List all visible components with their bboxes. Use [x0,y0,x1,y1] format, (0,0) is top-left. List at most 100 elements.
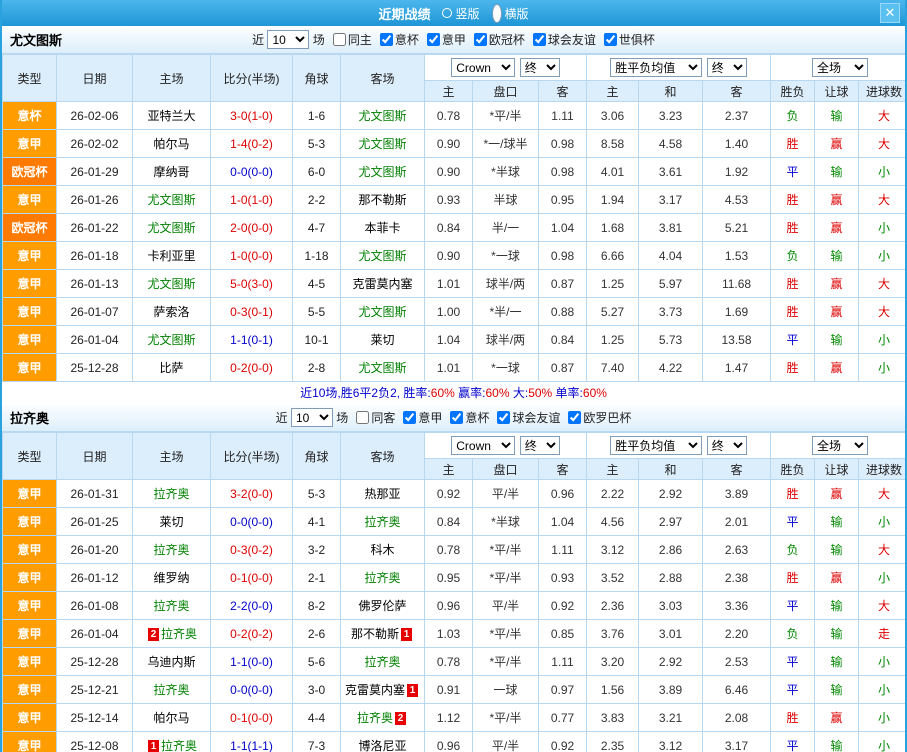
home-team: 维罗纳 [132,563,211,592]
filter-checkbox[interactable] [332,33,346,46]
vertical-layout-radio[interactable] [442,8,453,18]
home-team: 拉齐奥 [132,591,211,620]
league-badge: 意甲 [2,731,57,752]
asia-odds-company-select[interactable]: Crown [451,436,516,455]
asia-away-odds: 0.87 [538,353,587,382]
filter-世俱杯[interactable]: 世俱杯 [603,33,655,47]
asia-handicap: 平/半 [472,591,539,620]
asia-handicap: *平/半 [472,703,539,732]
asia-away-odds: 0.87 [538,269,587,298]
asia-handicap: 一球 [472,675,539,704]
league-badge: 欧冠杯 [2,157,57,186]
filter-同客[interactable]: 同客 [356,411,395,425]
filter-checkbox[interactable] [603,33,617,46]
result-handicap: 输 [814,507,860,536]
result-scope-select[interactable]: 全场 [812,58,869,77]
result-goals: 大 [858,535,905,564]
result-goals: 小 [858,353,905,382]
euro-odds-type-select[interactable]: 胜平负均值 [610,436,703,455]
home-team-label: 摩纳哥 [153,165,190,179]
corner-score: 5-5 [292,297,341,326]
match-row: 意甲 25-12-21 拉齐奥 0-0(0-0) 3-0 克雷莫内塞 1 0.91 一球 0.97… [2,675,905,704]
filter-同主[interactable]: 同主 [332,33,372,47]
filter-欧冠杯[interactable]: 欧冠杯 [473,33,525,47]
corner-score: 5-3 [292,479,341,508]
vertical-layout-label[interactable]: 竖版 [455,5,479,22]
matches-tbody: 意杯 26-02-06 亚特兰大 3-0(1-0) 1-6 尤文图斯 0.78 *平/半 1.1… [2,101,905,382]
filter-checkbox[interactable] [532,33,546,46]
match-row: 意甲 25-12-14 帕尔马 0-1(0-0) 4-4 拉齐奥 2 1.12 *平/半 0.77… [2,703,905,732]
asia-away-odds: 0.98 [538,157,587,186]
asia-away-odds: 1.11 [538,647,587,676]
filter-意甲[interactable]: 意甲 [403,411,442,425]
close-button[interactable]: ✕ [880,3,900,23]
league-badge: 意甲 [2,297,57,326]
league-badge: 意甲 [2,185,57,214]
result-goals: 小 [858,213,905,242]
euro-draw-odds: 2.97 [638,507,703,536]
asia-home-odds: 0.84 [424,507,473,536]
euro-draw-odds: 3.81 [638,213,703,242]
euro-home-odds: 1.25 [586,325,639,354]
filter-checkbox[interactable] [356,411,370,424]
away-team-label: 那不勒斯 [350,627,399,641]
match-count-select[interactable]: 10 [290,408,333,427]
result-wdl: 平 [770,157,816,186]
euro-away-odds: 2.08 [701,703,772,732]
result-goals: 大 [858,129,905,158]
asia-handicap: 球半/两 [472,325,539,354]
filter-欧罗巴杯[interactable]: 欧罗巴杯 [568,411,631,425]
horizontal-layout-radio[interactable] [491,3,502,23]
match-date: 25-12-08 [56,731,133,752]
col-result-goals: 进球数 [858,80,905,102]
filter-checkbox[interactable] [403,411,417,424]
result-goals: 大 [858,185,905,214]
euro-odds-type-select[interactable]: 胜平负均值 [610,58,703,77]
euro-home-odds: 3.83 [586,703,639,732]
euro-odds-stage-select[interactable]: 终 [706,436,747,455]
filter-checkbox[interactable] [473,33,487,46]
corner-score: 5-6 [292,647,341,676]
result-handicap: 输 [814,101,860,130]
home-team: 尤文图斯 [132,213,211,242]
filter-checkbox[interactable] [426,33,440,46]
col-euro-home: 主 [586,80,639,102]
away-team: 佛罗伦萨 [340,591,425,620]
euro-home-odds: 2.35 [586,731,639,752]
away-team-label: 佛罗伦萨 [358,599,407,613]
filter-球会友谊[interactable]: 球会友谊 [497,411,560,425]
summary-segment: 单率: [552,386,583,400]
filter-checkbox[interactable] [568,411,582,424]
asia-odds-company-select[interactable]: Crown [451,58,516,77]
match-count-select[interactable]: 10 [267,30,310,49]
horizontal-layout-label[interactable]: 横版 [505,5,529,22]
asia-home-odds: 1.00 [424,297,473,326]
match-row: 意甲 26-01-04 尤文图斯 1-1(0-1) 10-1 莱切 1.04 球半/两 0.84… [2,325,905,354]
euro-odds-stage-select[interactable]: 终 [706,58,747,77]
filter-意杯[interactable]: 意杯 [379,33,419,47]
filter-意甲[interactable]: 意甲 [426,33,466,47]
filter-意杯[interactable]: 意杯 [450,411,489,425]
result-scope-select[interactable]: 全场 [812,436,869,455]
asia-away-odds: 1.11 [538,101,587,130]
asia-handicap: *平/半 [472,535,539,564]
asia-odds-stage-select[interactable]: 终 [519,58,560,77]
filter-checkbox[interactable] [497,411,511,424]
home-team-label: 拉齐奥 [153,487,190,501]
asia-away-odds: 1.11 [538,535,587,564]
result-wdl: 胜 [770,479,816,508]
asia-odds-stage-select[interactable]: 终 [519,436,560,455]
recent-results-popup: 近期战绩 竖版 横版 ✕ 尤文图斯 近 10 场 同主 意杯 意甲 欧冠杯 球会友谊 世俱… [0,0,907,752]
filter-checkbox[interactable] [450,411,464,424]
match-score: 0-0(0-0) [210,507,293,536]
filter-球会友谊[interactable]: 球会友谊 [532,33,596,47]
euro-draw-odds: 5.97 [638,269,703,298]
league-badge: 意甲 [2,563,57,592]
match-row: 意甲 26-01-31 拉齐奥 3-2(0-0) 5-3 热那亚 0.92 平/半 0.96 2.… [2,479,905,508]
summary-segment: 大: [509,386,529,400]
euro-draw-odds: 4.22 [638,353,703,382]
filter-checkbox[interactable] [379,33,393,46]
corner-score: 10-1 [292,325,341,354]
away-team: 尤文图斯 [340,353,425,382]
euro-home-odds: 4.56 [586,507,639,536]
